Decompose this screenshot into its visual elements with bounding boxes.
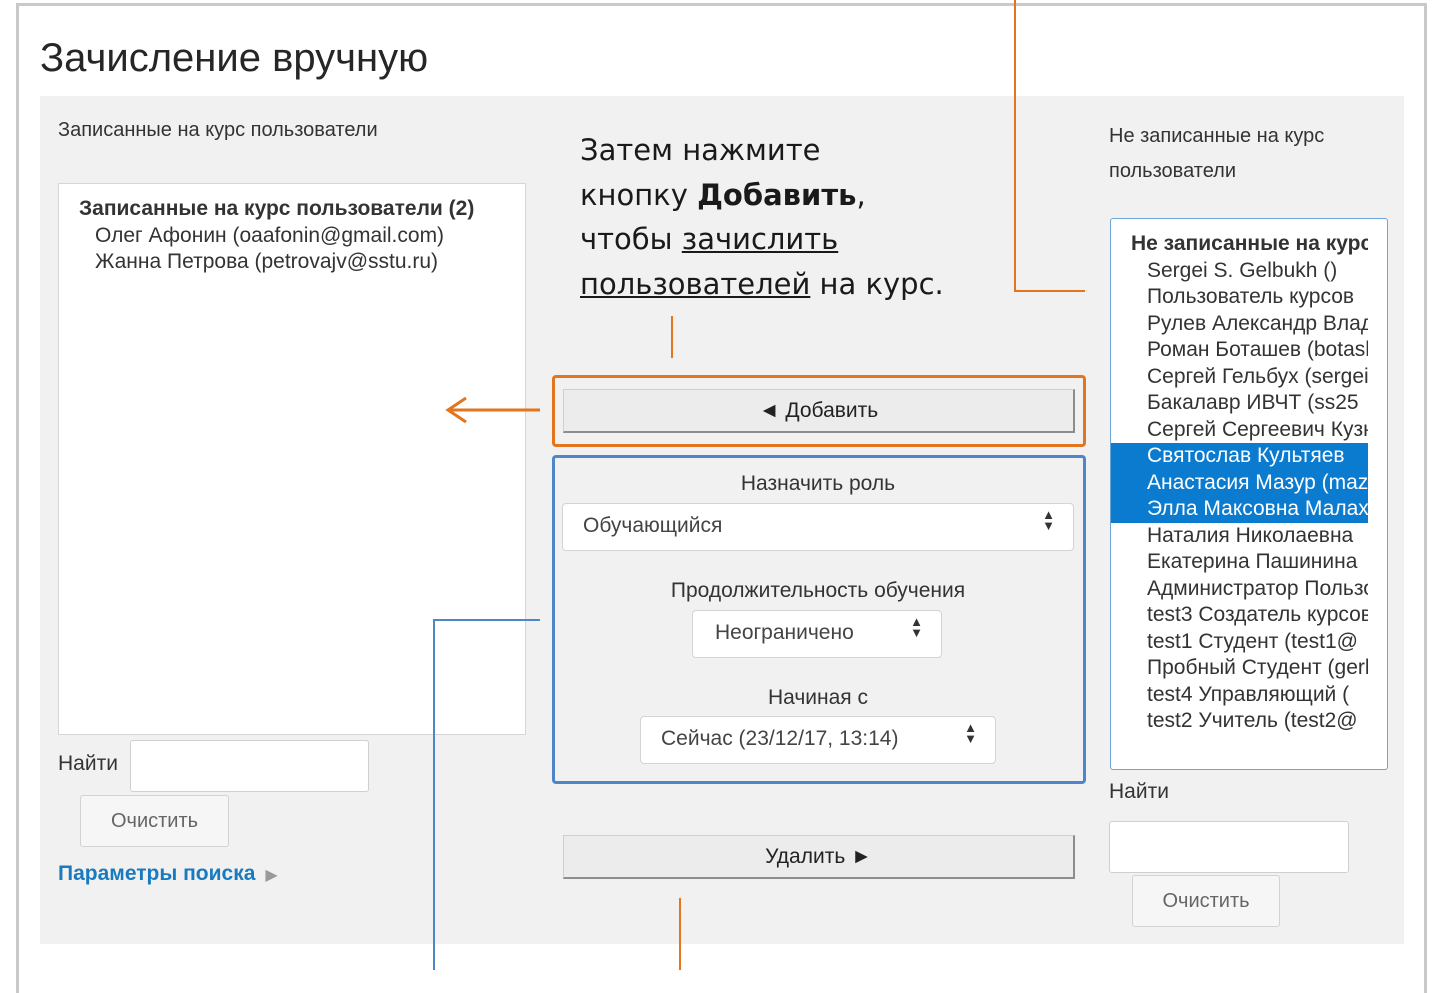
annotation-lines: [433, 0, 1085, 970]
